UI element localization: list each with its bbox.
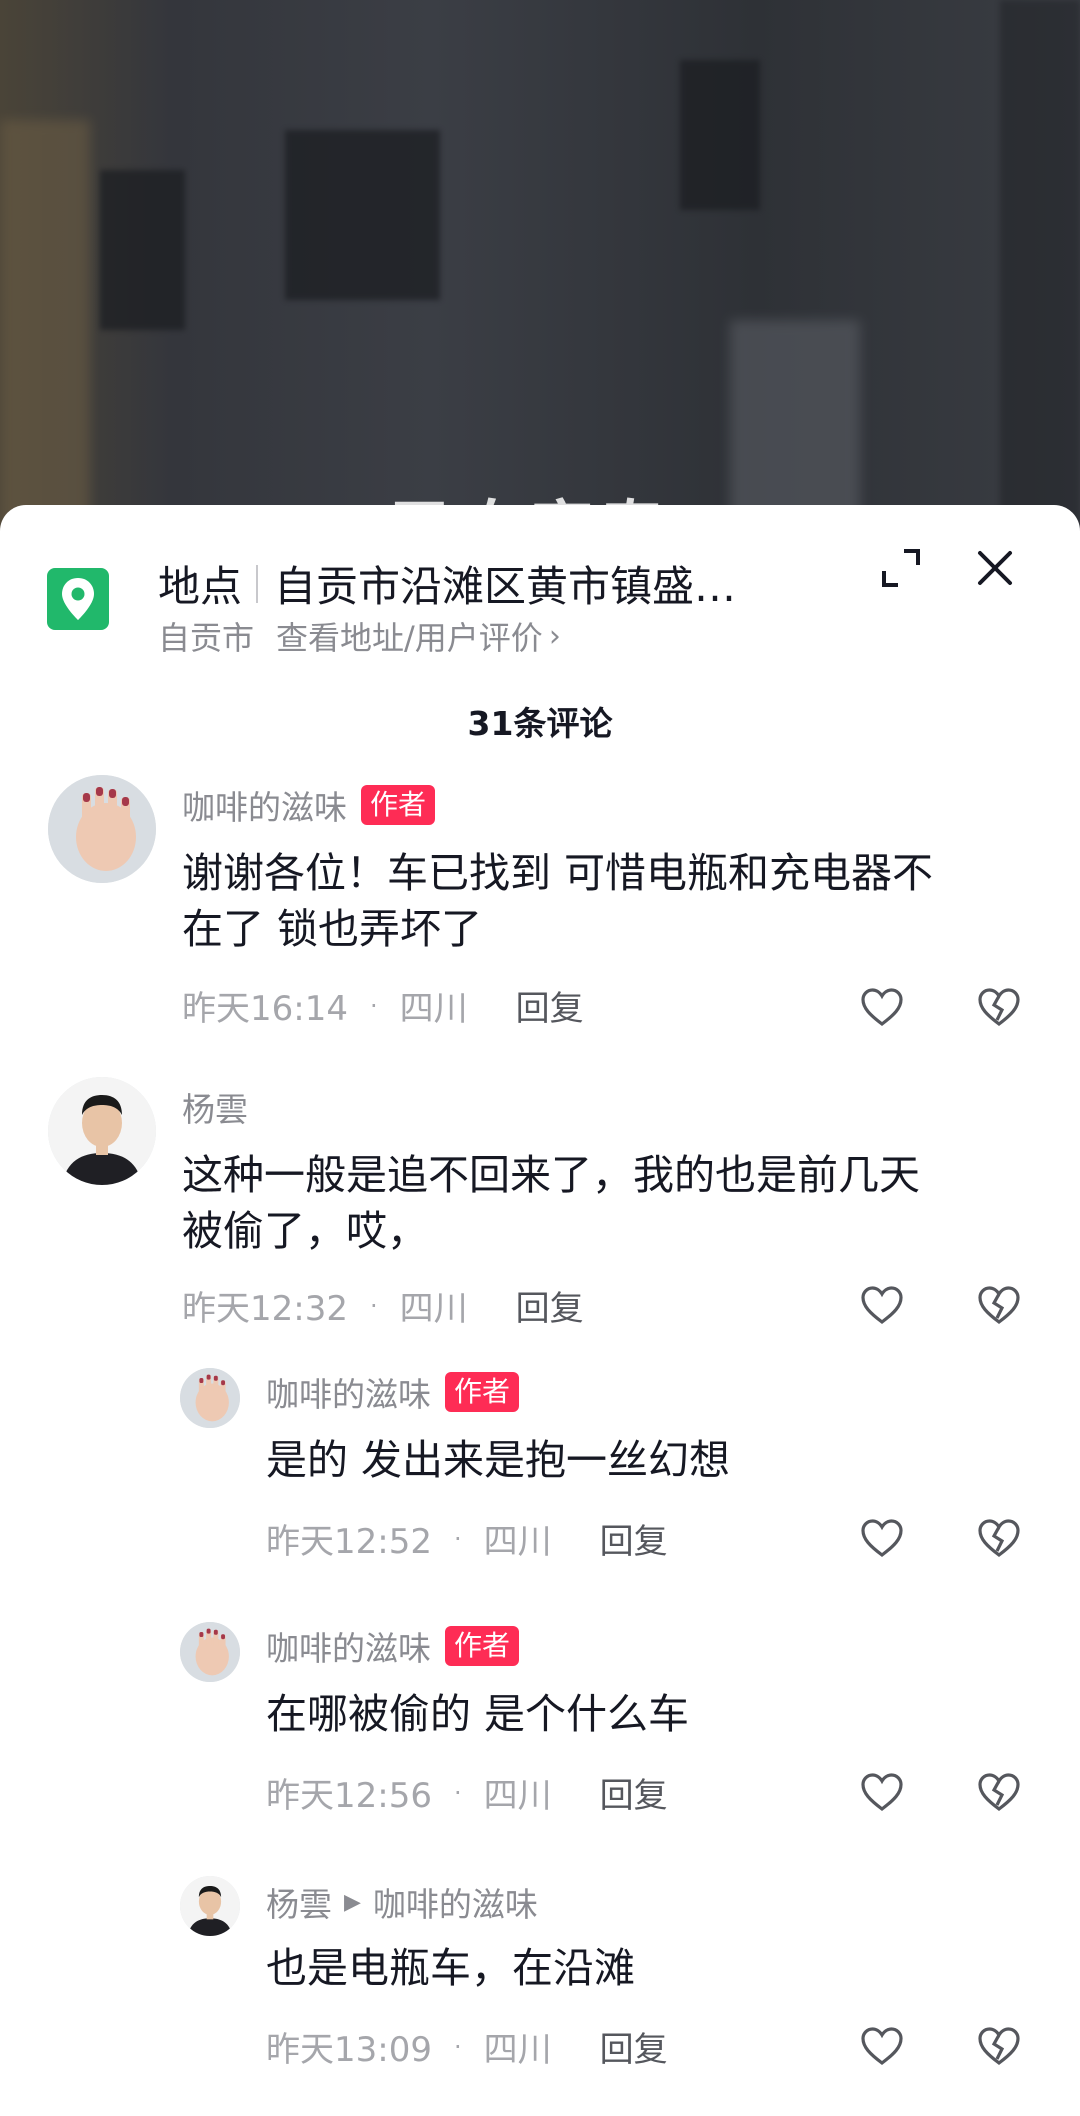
- comment-time: 昨天12:56: [266, 1776, 432, 1816]
- comment-meta: 昨天16:14 · 四川 回复: [182, 981, 584, 1030]
- comment-time: 昨天13:09: [266, 2030, 432, 2070]
- avatar[interactable]: [48, 1077, 156, 1185]
- comment-username[interactable]: 杨雲: [182, 1083, 248, 1131]
- comment-text-line: 这种一般是追不回来了，我的也是前几天: [182, 1151, 920, 1199]
- comment-username[interactable]: 咖啡的滋味: [266, 1622, 431, 1670]
- comment-region: 四川: [483, 2030, 552, 2070]
- comment-text: 在哪被偷的 是个什么车: [266, 1686, 1046, 1742]
- comment-text: 是的 发出来是抱一丝幻想: [266, 1432, 1046, 1488]
- comment-text: 也是电瓶车，在沿滩: [266, 1940, 1046, 1996]
- comment-header: 咖啡的滋味 作者: [266, 1622, 520, 1670]
- avatar[interactable]: [180, 1622, 240, 1682]
- avatar[interactable]: [180, 1876, 240, 1936]
- heart-icon[interactable]: [860, 987, 904, 1027]
- meta-separator: ·: [453, 1778, 462, 1807]
- comment-time: 昨天12:32: [182, 1289, 348, 1329]
- comment-header: 杨雲: [182, 1083, 248, 1131]
- reply-to-username[interactable]: 咖啡的滋味: [373, 1878, 538, 1926]
- location-label: 地点: [158, 562, 243, 611]
- comment-header: 杨雲 ▶ 咖啡的滋味: [266, 1878, 538, 1926]
- chevron-right-icon: ›: [548, 618, 561, 654]
- comment-header: 咖啡的滋味 作者: [266, 1368, 520, 1416]
- comment-meta: 昨天12:56 · 四川 回复: [266, 1768, 668, 1817]
- reply-arrow-icon: ▶: [344, 1889, 361, 1915]
- comment-time: 昨天12:52: [266, 1522, 432, 1562]
- comment-region: 四川: [483, 1776, 552, 1816]
- reply-button[interactable]: 回复: [600, 2022, 668, 2071]
- comment-region: 四川: [483, 1522, 552, 1562]
- reply-button[interactable]: 回复: [516, 981, 584, 1030]
- comment-text-line: 在了 锁也弄坏了: [182, 905, 483, 953]
- reply-item: 杨雲 ▶ 咖啡的滋味 也是电瓶车，在沿滩 昨天13:09 · 四川 回复: [0, 1876, 1080, 2070]
- reply-item: 咖啡的滋味 作者 是的 发出来是抱一丝幻想 昨天12:52 · 四川 回复: [0, 1368, 1080, 1562]
- broken-heart-icon[interactable]: [977, 1285, 1021, 1325]
- location-name: 自贡市沿滩区黄市镇盛…: [274, 562, 737, 611]
- broken-heart-icon[interactable]: [977, 2026, 1021, 2066]
- heart-icon[interactable]: [860, 1772, 904, 1812]
- comment-text-line: 是的 发出来是抱一丝幻想: [266, 1436, 731, 1484]
- comment-item: 咖啡的滋味 作者 谢谢各位！车已找到 可惜电瓶和充电器不 在了 锁也弄坏了 昨天…: [0, 775, 1080, 1029]
- comment-sheet: 地点 自贡市沿滩区黄市镇盛… 自贡市 查看地址/用户评价 › 31条评论 咖啡的…: [0, 505, 1080, 2116]
- comment-text-line: 谢谢各位！车已找到 可惜电瓶和充电器不: [182, 849, 934, 897]
- comment-meta: 昨天12:52 · 四川 回复: [266, 1514, 668, 1563]
- comment-time: 昨天16:14: [182, 989, 348, 1029]
- comment-text-line: 在哪被偷的 是个什么车: [266, 1690, 690, 1738]
- heart-icon[interactable]: [860, 2026, 904, 2066]
- comment-text-line: 也是电瓶车，在沿滩: [266, 1944, 635, 1992]
- location-bar[interactable]: 地点 自贡市沿滩区黄市镇盛… 自贡市 查看地址/用户评价 ›: [0, 505, 1080, 665]
- heart-icon[interactable]: [860, 1285, 904, 1325]
- location-city: 自贡市: [158, 619, 255, 657]
- comment-username[interactable]: 杨雲: [266, 1878, 332, 1926]
- heart-icon[interactable]: [860, 1518, 904, 1558]
- avatar[interactable]: [48, 775, 156, 883]
- comment-text: 谢谢各位！车已找到 可惜电瓶和充电器不 在了 锁也弄坏了: [182, 845, 1042, 957]
- location-pin-icon: [47, 568, 109, 630]
- comment-meta: 昨天12:32 · 四川 回复: [182, 1281, 584, 1330]
- meta-separator: ·: [453, 2032, 462, 2061]
- comment-username[interactable]: 咖啡的滋味: [182, 781, 347, 829]
- comment-count-title: 31条评论: [467, 704, 613, 743]
- meta-separator: ·: [369, 991, 378, 1020]
- broken-heart-icon[interactable]: [977, 987, 1021, 1027]
- author-badge: 作者: [361, 785, 436, 825]
- close-icon[interactable]: [972, 545, 1018, 591]
- comment-region: 四川: [399, 1289, 468, 1329]
- expand-icon[interactable]: [878, 545, 924, 591]
- reply-item: 咖啡的滋味 作者 在哪被偷的 是个什么车 昨天12:56 · 四川 回复: [0, 1622, 1080, 1816]
- location-title-row[interactable]: 地点 自贡市沿滩区黄市镇盛…: [158, 553, 736, 614]
- author-badge: 作者: [445, 1372, 520, 1412]
- comment-text: 这种一般是追不回来了，我的也是前几天 被偷了，哎，: [182, 1147, 1042, 1259]
- avatar[interactable]: [180, 1368, 240, 1428]
- comment-header: 咖啡的滋味 作者: [182, 781, 436, 829]
- author-badge: 作者: [445, 1626, 520, 1666]
- location-subline[interactable]: 自贡市 查看地址/用户评价 ›: [158, 613, 561, 659]
- video-background: 已自家寿: [0, 0, 1080, 560]
- reply-button[interactable]: 回复: [600, 1768, 668, 1817]
- meta-separator: ·: [453, 1524, 462, 1553]
- comment-username[interactable]: 咖啡的滋味: [266, 1368, 431, 1416]
- meta-separator: ·: [369, 1291, 378, 1320]
- broken-heart-icon[interactable]: [977, 1772, 1021, 1812]
- location-detail-link[interactable]: 查看地址/用户评价: [276, 613, 543, 659]
- comment-region: 四川: [399, 989, 468, 1029]
- location-divider: [256, 564, 259, 603]
- reply-button[interactable]: 回复: [600, 1514, 668, 1563]
- broken-heart-icon[interactable]: [977, 1518, 1021, 1558]
- comment-meta: 昨天13:09 · 四川 回复: [266, 2022, 668, 2071]
- comment-item: 杨雲 这种一般是追不回来了，我的也是前几天 被偷了，哎， 昨天12:32 · 四…: [0, 1077, 1080, 1329]
- comment-text-line: 被偷了，哎，: [182, 1207, 428, 1255]
- reply-button[interactable]: 回复: [516, 1281, 584, 1330]
